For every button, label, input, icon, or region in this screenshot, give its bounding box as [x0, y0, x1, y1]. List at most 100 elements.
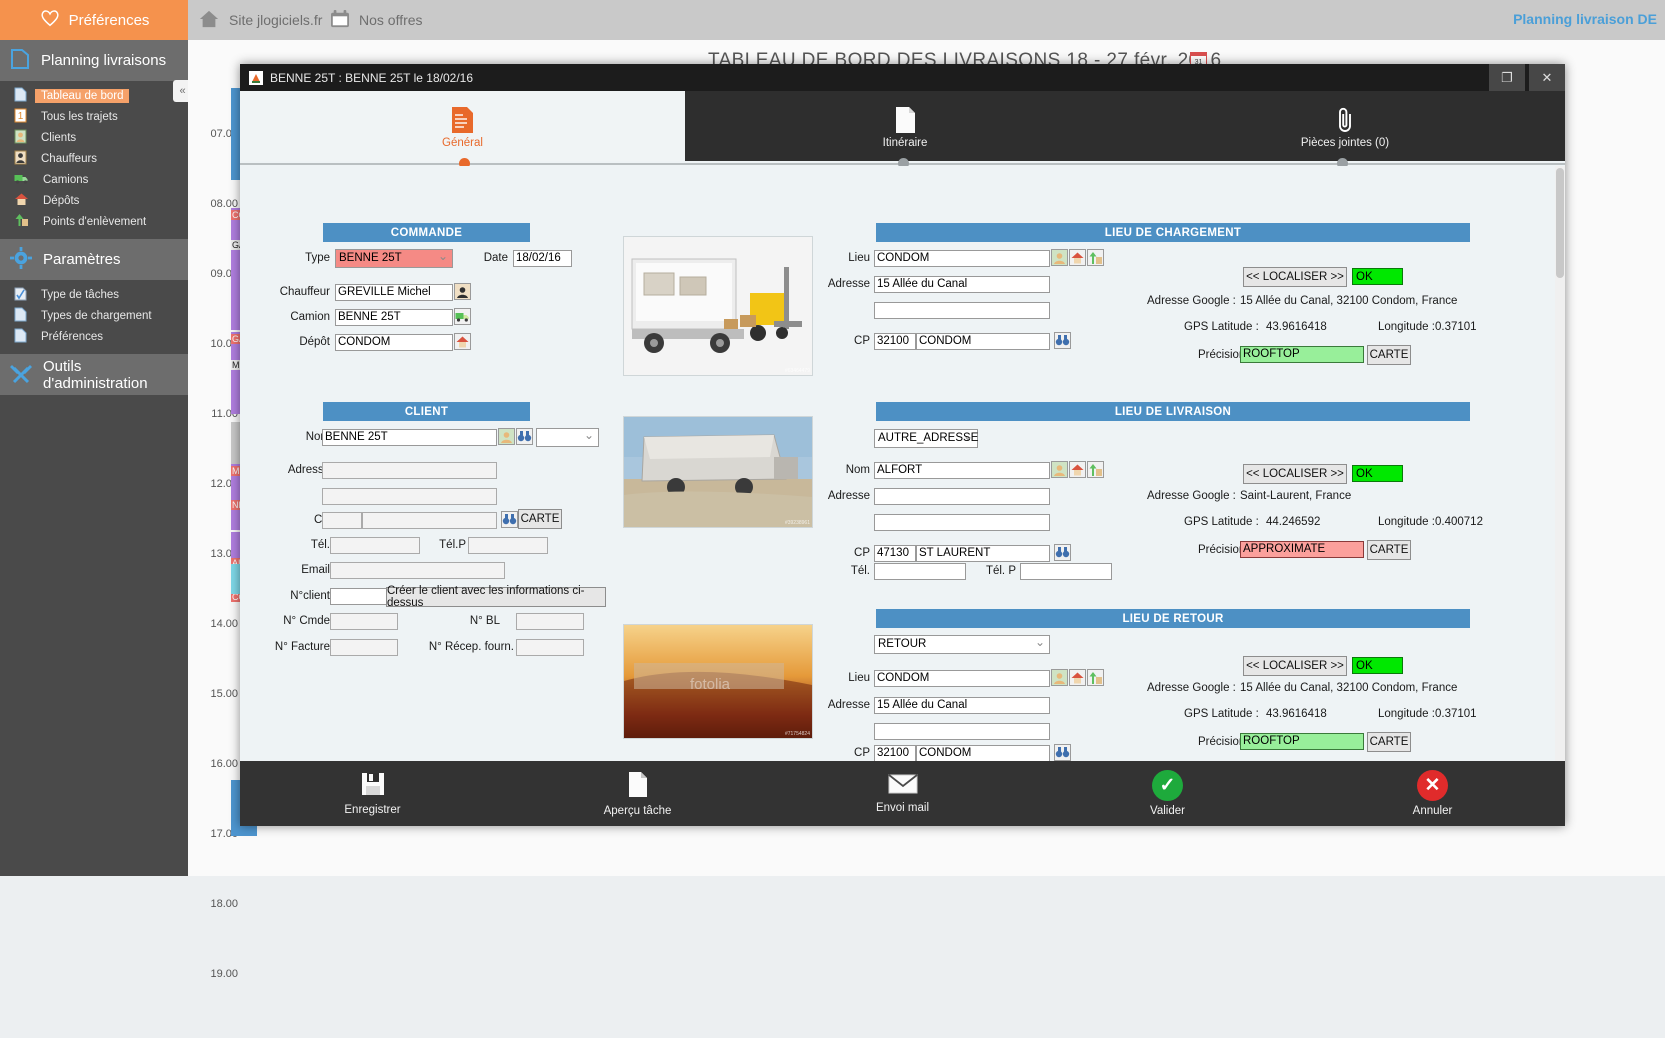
contact-card-icon[interactable]	[498, 428, 515, 445]
livraison-type-select[interactable]: AUTRE_ADRESSE	[874, 428, 978, 448]
client-ville-input[interactable]	[362, 512, 497, 529]
contact-card-icon[interactable]	[1051, 249, 1068, 266]
retour-carte-button[interactable]: CARTE	[1367, 732, 1411, 752]
retour-ville-input[interactable]: CONDOM	[916, 745, 1050, 762]
binoculars-icon[interactable]	[516, 428, 533, 445]
sidebar-group-planning[interactable]: Planning livraisons	[0, 40, 188, 81]
truck-icon[interactable]	[454, 308, 471, 325]
contact-card-icon[interactable]	[1051, 669, 1068, 686]
client-ncmde-input[interactable]	[330, 613, 398, 630]
sidebar-item-tous-les-trajets[interactable]: 1 Tous les trajets	[0, 106, 188, 127]
chargement-adresse2-input[interactable]	[874, 302, 1050, 319]
binoculars-icon[interactable]	[1054, 744, 1071, 761]
livraison-adresse-input[interactable]	[874, 488, 1050, 505]
livraison-tel-input[interactable]	[874, 563, 966, 580]
chargement-precision-value: ROOFTOP	[1240, 346, 1364, 363]
sidebar: Planning livraisons Tableau de bord 1 To…	[0, 40, 192, 876]
create-client-button[interactable]: Créer le client avec les informations ci…	[386, 585, 606, 609]
section-header-retour: LIEU DE RETOUR	[876, 609, 1470, 628]
livraison-telp-input[interactable]	[1020, 563, 1112, 580]
retour-adresse2-input[interactable]	[874, 723, 1050, 740]
sidebar-group-parametres[interactable]: Paramètres	[0, 239, 188, 280]
pickup-arrow-icon[interactable]	[1087, 669, 1104, 686]
camion-input[interactable]: BENNE 25T	[335, 309, 453, 326]
retour-type-select[interactable]: RETOUR	[874, 634, 1050, 654]
contact-card-icon[interactable]	[1051, 461, 1068, 478]
chargement-lat-label: GPS Latitude :	[1184, 321, 1259, 333]
client-select[interactable]	[536, 427, 599, 447]
sidebar-item-tableau-de-bord[interactable]: Tableau de bord	[0, 85, 188, 106]
client-nrecep-input[interactable]	[516, 639, 584, 656]
retour-cp-input[interactable]: 32100	[874, 745, 916, 762]
chargement-ville-input[interactable]: CONDOM	[916, 333, 1050, 350]
preview-task-button[interactable]: Aperçu tâche	[505, 761, 770, 826]
retour-lieu-input[interactable]: CONDOM	[874, 670, 1050, 687]
chargement-adresse-input[interactable]: 15 Allée du Canal	[874, 276, 1050, 293]
pickup-arrow-icon[interactable]	[1087, 461, 1104, 478]
client-nbl-input[interactable]	[516, 613, 584, 630]
sidebar-group-title: Paramètres	[43, 251, 121, 268]
client-adresse-input[interactable]	[322, 462, 497, 479]
send-mail-button[interactable]: Envoi mail	[770, 761, 1035, 826]
livraison-nom-input[interactable]: ALFORT	[874, 462, 1050, 479]
livraison-localiser-button[interactable]: << LOCALISER >>	[1243, 464, 1347, 484]
house-icon[interactable]	[454, 333, 471, 350]
binoculars-icon[interactable]	[501, 511, 518, 528]
livraison-cp-input[interactable]: 47130	[874, 545, 916, 562]
tab-itineraire[interactable]: Itinéraire	[685, 91, 1125, 161]
sidebar-item-camions[interactable]: Camions	[0, 169, 188, 190]
client-adresse2-input[interactable]	[322, 488, 497, 505]
binoculars-icon[interactable]	[1054, 332, 1071, 349]
client-cp-input[interactable]	[322, 512, 362, 529]
save-button[interactable]: Enregistrer	[240, 761, 505, 826]
binoculars-icon[interactable]	[1054, 544, 1071, 561]
sidebar-group-outils-administration[interactable]: Outils d'administration	[0, 354, 188, 395]
sidebar-item-points-enlevement[interactable]: Points d'enlèvement	[0, 211, 188, 232]
cancel-button-label: Annuler	[1412, 805, 1453, 817]
date-input[interactable]: 18/02/16	[513, 250, 572, 267]
client-nom-input[interactable]: BENNE 25T	[322, 429, 497, 446]
cancel-button[interactable]: ✕ Annuler	[1300, 761, 1565, 826]
sidebar-item-types-de-chargement[interactable]: Types de chargement	[0, 305, 188, 326]
chargement-carte-button[interactable]: CARTE	[1367, 345, 1411, 365]
livraison-ville-input[interactable]: ST LAURENT	[916, 545, 1050, 562]
restore-button[interactable]: ❐	[1489, 64, 1525, 91]
sidebar-item-depots[interactable]: Dépôts	[0, 190, 188, 211]
top-bar: Préférences Site jlogiciels.fr Nos offre…	[0, 0, 1665, 40]
livraison-adresse2-input[interactable]	[874, 514, 1050, 531]
house-icon[interactable]	[1069, 669, 1086, 686]
retour-localiser-button[interactable]: << LOCALISER >>	[1243, 656, 1347, 676]
dialog-scrollbar-thumb[interactable]	[1556, 168, 1564, 278]
sidebar-item-chauffeurs[interactable]: Chauffeurs	[0, 148, 188, 169]
sidebar-item-preferences[interactable]: Préférences	[0, 326, 188, 347]
sidebar-item-clients[interactable]: Clients	[0, 127, 188, 148]
driver-icon[interactable]	[454, 283, 471, 300]
hour-label: 17.00	[210, 828, 238, 840]
document-icon	[626, 771, 650, 801]
livraison-carte-button[interactable]: CARTE	[1367, 540, 1411, 560]
sidebar-item-type-de-taches[interactable]: Type de tâches	[0, 284, 188, 305]
pickup-arrow-icon[interactable]	[1087, 249, 1104, 266]
preferences-tab[interactable]: Préférences	[0, 0, 188, 40]
retour-adresse-input[interactable]: 15 Allée du Canal	[874, 697, 1050, 714]
client-telp-input[interactable]	[468, 537, 548, 554]
client-nfacture-input[interactable]	[330, 639, 398, 656]
chargement-lieu-input[interactable]: CONDOM	[874, 250, 1050, 267]
site-link[interactable]: Site jlogiciels.fr	[198, 0, 322, 40]
client-carte-button[interactable]: CARTE	[518, 509, 562, 529]
chauffeur-input[interactable]: GREVILLE Michel	[335, 284, 453, 301]
close-button[interactable]: ✕	[1529, 64, 1565, 91]
tab-pieces-jointes[interactable]: Pièces jointes (0)	[1125, 91, 1565, 161]
house-icon[interactable]	[1069, 461, 1086, 478]
tab-general[interactable]: Général	[240, 91, 685, 161]
livraison-adresse-google-label: Adresse Google :	[1147, 490, 1236, 502]
chargement-localiser-button[interactable]: << LOCALISER >>	[1243, 267, 1347, 287]
client-email-input[interactable]	[330, 562, 505, 579]
offers-link[interactable]: Nos offres	[330, 0, 423, 40]
chargement-cp-input[interactable]: 32100	[874, 333, 916, 350]
validate-button[interactable]: ✓ Valider	[1035, 761, 1300, 826]
client-tel-input[interactable]	[330, 537, 420, 554]
type-select[interactable]: BENNE 25T	[335, 248, 453, 268]
depot-input[interactable]: CONDOM	[335, 334, 453, 351]
house-icon[interactable]	[1069, 249, 1086, 266]
